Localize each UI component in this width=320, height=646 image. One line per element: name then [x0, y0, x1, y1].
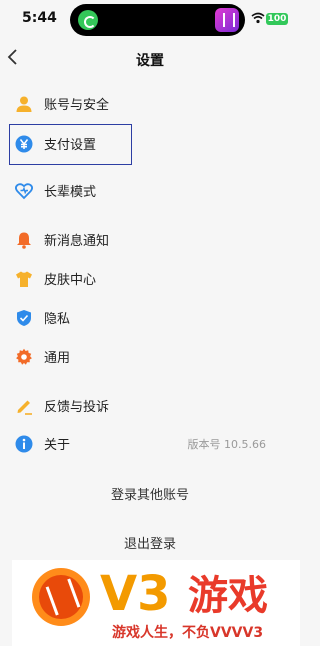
- menu-label: 新消息通知: [44, 234, 110, 249]
- menu-item-payment-settings[interactable]: 支付设置: [0, 128, 300, 158]
- menu-item-elder-mode[interactable]: 长辈模式: [0, 175, 300, 205]
- menu-label: 关于: [44, 438, 71, 453]
- gear-icon: [16, 348, 32, 365]
- user-icon: [16, 96, 32, 112]
- menu-item-general[interactable]: 通用: [0, 341, 300, 371]
- app-activity-icon: [215, 8, 239, 32]
- tshirt-icon: [16, 271, 32, 287]
- nav-bar: 设置: [0, 40, 300, 78]
- pencil-icon: [17, 400, 32, 415]
- bell-icon: [17, 232, 31, 249]
- brand-logo-text: V3: [100, 566, 171, 622]
- status-bar: 5:44 100: [0, 0, 300, 40]
- watermark-banner: V3 游戏 游戏人生，不负VVVV3: [12, 560, 300, 646]
- menu-label: 长辈模式: [44, 185, 97, 200]
- version-number: 版本号 10.5.66: [187, 438, 266, 451]
- info-icon: [15, 435, 33, 453]
- menu-label: 反馈与投诉: [44, 400, 110, 415]
- status-time: 5:44: [22, 10, 57, 26]
- menu-item-skin-center[interactable]: 皮肤中心: [0, 263, 300, 293]
- menu-item-about[interactable]: 关于 版本号 10.5.66: [0, 428, 300, 458]
- yuan-icon: [15, 135, 33, 153]
- menu-item-feedback[interactable]: 反馈与投诉: [0, 390, 300, 420]
- menu-label: 支付设置: [44, 138, 97, 153]
- menu-label: 皮肤中心: [44, 273, 97, 288]
- wifi-icon: [251, 12, 265, 24]
- menu-item-notifications[interactable]: 新消息通知: [0, 224, 300, 254]
- dynamic-island[interactable]: [70, 4, 245, 36]
- brand-tagline: 游戏人生，不负VVVV3: [112, 625, 264, 641]
- menu-label: 通用: [44, 351, 71, 366]
- page-title: 设置: [136, 53, 164, 69]
- logout-button[interactable]: 退出登录: [0, 533, 300, 552]
- brand-cn-text: 游戏: [188, 573, 268, 619]
- shield-icon: [17, 310, 31, 326]
- menu-item-account-security[interactable]: 账号与安全: [0, 88, 300, 118]
- battery-indicator: 100: [266, 13, 288, 25]
- call-indicator-icon: [78, 10, 98, 30]
- switch-account-button[interactable]: 登录其他账号: [0, 484, 300, 503]
- menu-label: 隐私: [44, 312, 71, 327]
- menu-label: 账号与安全: [44, 98, 110, 113]
- heart-icon: [15, 183, 33, 200]
- menu-item-privacy[interactable]: 隐私: [0, 302, 300, 332]
